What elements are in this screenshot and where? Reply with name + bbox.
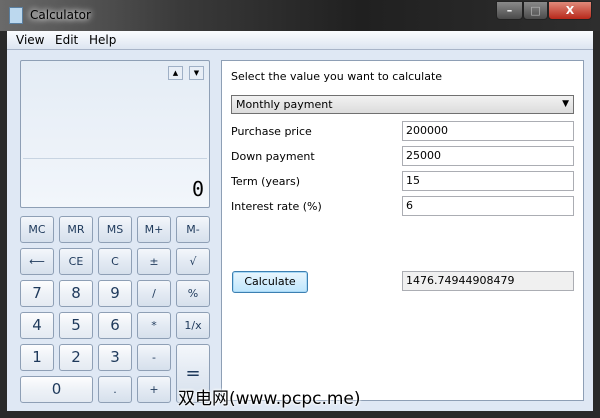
decimal-key[interactable]: . [98, 376, 132, 403]
multiply-key[interactable]: * [137, 312, 171, 339]
display-divider [23, 158, 207, 159]
digit-7-key[interactable]: 7 [20, 280, 54, 307]
term-input[interactable]: 15 [402, 171, 574, 191]
field-label: Term (years) [231, 175, 301, 188]
display: ▲ ▼ 0 [20, 60, 210, 208]
history-up-button[interactable]: ▲ [168, 66, 183, 80]
close-button[interactable]: X [548, 1, 592, 20]
clear-key[interactable]: C [98, 248, 132, 275]
reciprocal-key[interactable]: 1/x [176, 312, 210, 339]
calculate-select[interactable]: Monthly payment ▼ [231, 95, 574, 114]
selected-option: Monthly payment [236, 98, 333, 111]
keypad-panel: ▲ ▼ 0 MC MR MS M+ M- ⟵ CE C ± √ 7 8 9/% 4 5 6 * 1/x 1 2 3- = 0… [20, 60, 211, 410]
field-label: Interest rate (%) [231, 200, 322, 213]
digit-4-key[interactable]: 4 [20, 312, 54, 339]
ms-key[interactable]: MS [98, 216, 132, 243]
minimize-button[interactable]: – [496, 1, 523, 20]
percent-key[interactable]: % [176, 280, 210, 307]
digit-0-key[interactable]: 0 [20, 376, 93, 403]
digit-9-key[interactable]: 9 [98, 280, 132, 307]
calculate-button[interactable]: Calculate [232, 271, 308, 293]
worksheet-panel: Select the value you want to calculate M… [221, 60, 584, 401]
mr-key[interactable]: MR [59, 216, 93, 243]
digit-8-key[interactable]: 8 [59, 280, 93, 307]
menu-help[interactable]: Help [89, 33, 116, 47]
digit-2-key[interactable]: 2 [59, 344, 93, 371]
window-title: Calculator [30, 8, 91, 22]
field-label: Purchase price [231, 125, 312, 138]
purchase-price-input[interactable]: 200000 [402, 121, 574, 141]
m-plus-key[interactable]: M+ [137, 216, 171, 243]
backspace-key[interactable]: ⟵ [20, 248, 54, 275]
digit-6-key[interactable]: 6 [98, 312, 132, 339]
down-payment-input[interactable]: 25000 [402, 146, 574, 166]
worksheet-prompt: Select the value you want to calculate [231, 70, 443, 83]
calculator-icon [9, 7, 23, 24]
m-minus-key[interactable]: M- [176, 216, 210, 243]
menu-bar: View Edit Help [7, 31, 593, 50]
negate-key[interactable]: ± [137, 248, 171, 275]
maximize-button[interactable]: □ [523, 1, 548, 20]
watermark: 双电网(www.pcpc.me) [178, 389, 361, 409]
add-key[interactable]: + [137, 376, 171, 403]
history-down-button[interactable]: ▼ [189, 66, 204, 80]
digit-1-key[interactable]: 1 [20, 344, 54, 371]
chevron-down-icon: ▼ [562, 99, 569, 109]
display-value: 0 [191, 177, 204, 201]
sqrt-key[interactable]: √ [176, 248, 210, 275]
digit-5-key[interactable]: 5 [59, 312, 93, 339]
divide-key[interactable]: / [137, 280, 171, 307]
field-label: Down payment [231, 150, 315, 163]
menu-edit[interactable]: Edit [55, 33, 78, 47]
mc-key[interactable]: MC [20, 216, 54, 243]
client-area: View Edit Help ▲ ▼ 0 MC MR MS M+ M- ⟵ CE C ± √ 7 8 9… [7, 31, 593, 411]
result-field[interactable]: 1476.74944908479 [402, 271, 574, 291]
subtract-key[interactable]: - [137, 344, 171, 371]
title-bar: Calculator – □ X [0, 0, 600, 31]
interest-rate-input[interactable]: 6 [402, 196, 574, 216]
digit-3-key[interactable]: 3 [98, 344, 132, 371]
menu-view[interactable]: View [16, 33, 44, 47]
ce-key[interactable]: CE [59, 248, 93, 275]
